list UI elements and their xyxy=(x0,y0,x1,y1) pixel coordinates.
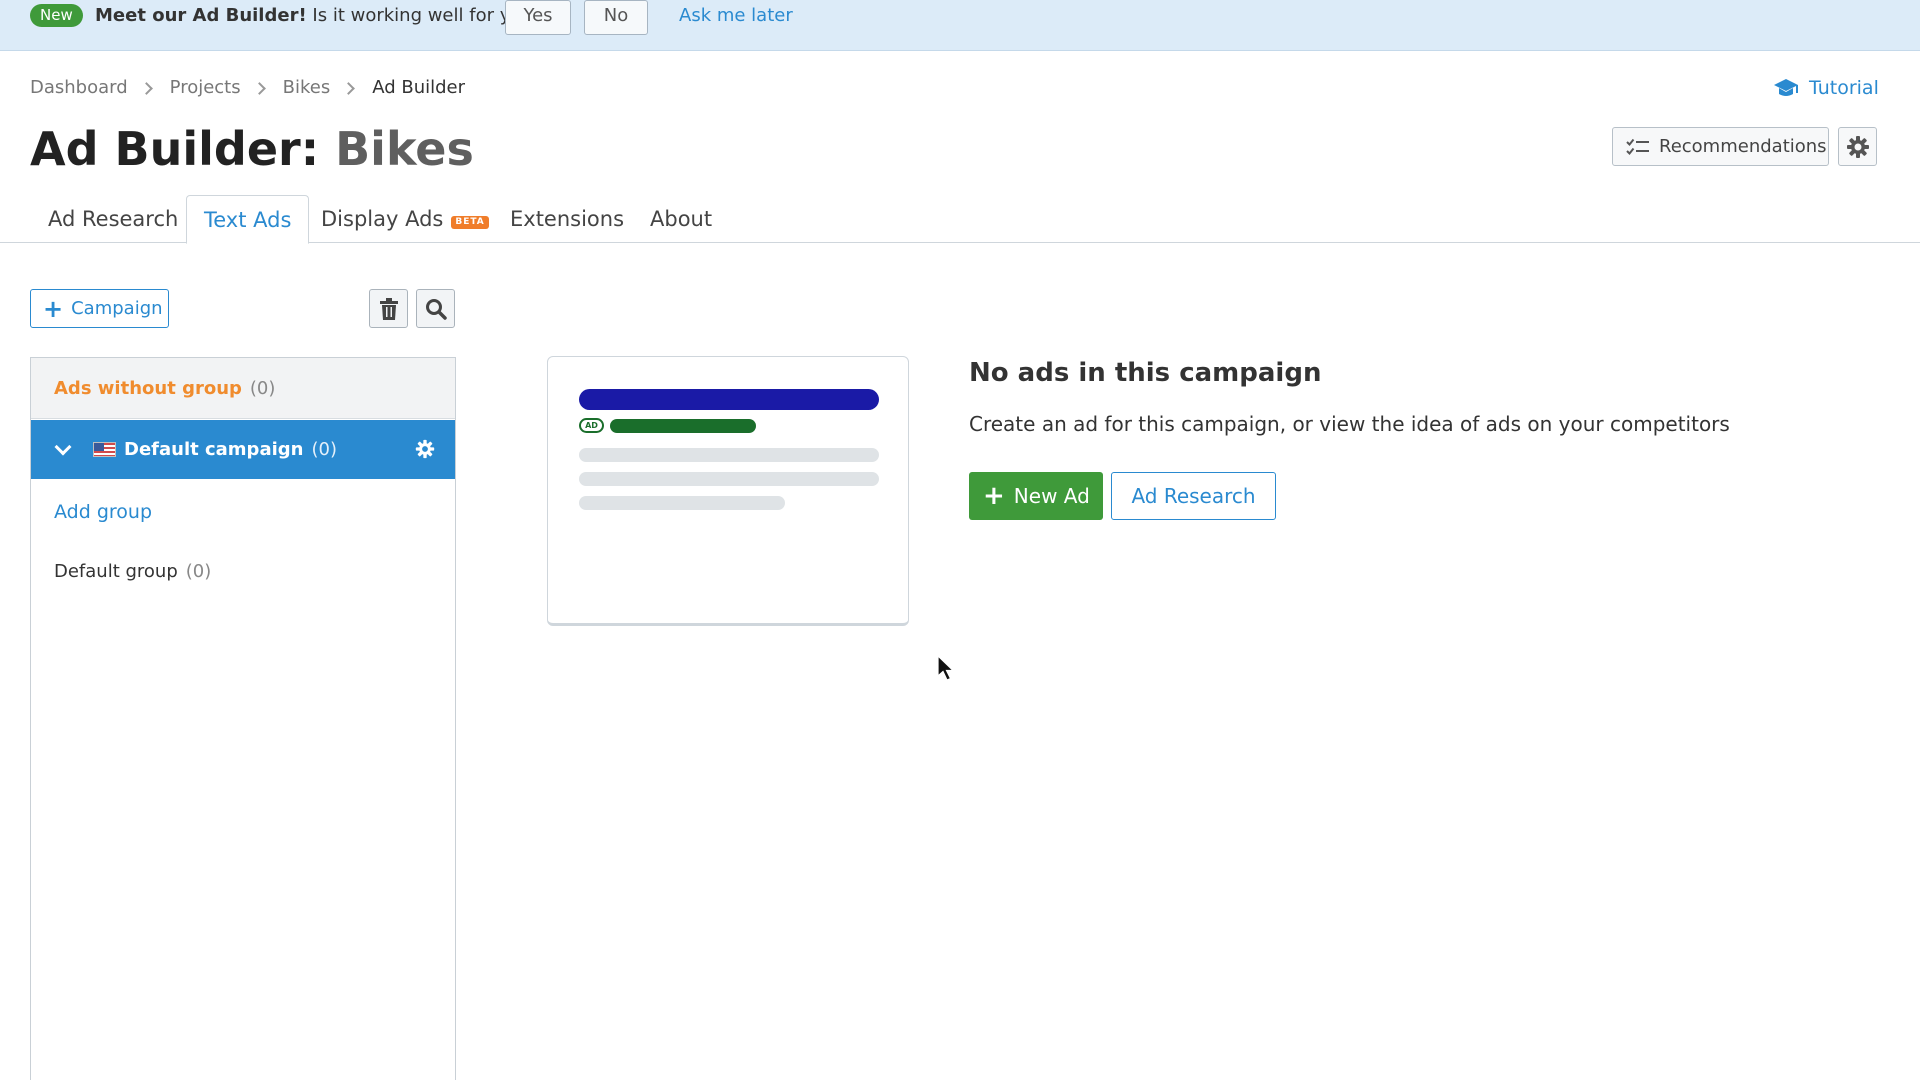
banner-title: Meet our Ad Builder! xyxy=(95,5,307,26)
banner-message: Meet our Ad Builder! Is it working well … xyxy=(95,4,542,27)
tab-display-ads-label: Display Ads xyxy=(321,207,444,231)
ad-text-placeholder xyxy=(579,448,879,462)
breadcrumb-current: Ad Builder xyxy=(372,77,466,98)
recommendations-label: Recommendations xyxy=(1659,136,1827,157)
ads-without-group-count: (0) xyxy=(249,378,276,399)
tab-about[interactable]: About xyxy=(633,195,729,243)
breadcrumb: Dashboard Projects Bikes Ad Builder xyxy=(30,77,465,99)
chevron-right-icon xyxy=(139,81,153,95)
tab-extensions[interactable]: Extensions xyxy=(493,195,641,243)
tab-text-ads[interactable]: Text Ads xyxy=(186,195,310,244)
breadcrumb-dashboard[interactable]: Dashboard xyxy=(30,77,128,99)
ad-text-placeholder xyxy=(579,496,785,510)
ask-me-later-link[interactable]: Ask me later xyxy=(679,4,793,27)
chevron-down-icon[interactable] xyxy=(54,438,72,455)
chevron-right-icon xyxy=(342,81,356,95)
new-ad-label: New Ad xyxy=(1013,484,1090,508)
trash-icon xyxy=(379,297,398,320)
group-label: Default group xyxy=(54,561,178,582)
ad-tag: AD xyxy=(579,418,604,433)
new-badge: New xyxy=(30,4,83,27)
group-item-default[interactable]: Default group (0) xyxy=(54,560,211,584)
project-name: Bikes xyxy=(335,122,474,176)
page-title-prefix: Ad Builder: xyxy=(30,122,320,176)
tutorial-label: Tutorial xyxy=(1809,77,1879,99)
tab-ad-research[interactable]: Ad Research xyxy=(31,195,195,243)
feedback-banner: New Meet our Ad Builder! Is it working w… xyxy=(0,0,1920,51)
banner-yes-button[interactable]: Yes xyxy=(505,0,571,35)
plus-icon: + xyxy=(983,481,1005,511)
graduation-cap-icon xyxy=(1774,79,1798,96)
empty-state-title: No ads in this campaign xyxy=(969,358,1322,388)
ad-research-button[interactable]: Ad Research xyxy=(1111,472,1276,520)
add-campaign-label: Campaign xyxy=(71,298,163,319)
delete-button[interactable] xyxy=(369,289,408,328)
new-ad-button[interactable]: + New Ad xyxy=(969,472,1103,520)
ad-text-placeholder xyxy=(579,472,879,486)
gear-icon[interactable] xyxy=(415,439,435,459)
checklist-icon xyxy=(1626,138,1649,155)
ad-url-placeholder xyxy=(610,419,756,433)
search-icon xyxy=(425,298,447,320)
banner-no-button[interactable]: No xyxy=(584,0,648,35)
cursor-icon xyxy=(937,655,955,681)
page-title: Ad Builder: Bikes xyxy=(30,120,474,178)
campaign-label: Default campaign xyxy=(124,439,304,460)
tab-bar: Ad Research Text Ads Display Ads BETA Ext… xyxy=(0,195,1920,244)
breadcrumb-bikes[interactable]: Bikes xyxy=(283,77,331,99)
gear-icon xyxy=(1846,135,1869,158)
search-button[interactable] xyxy=(416,289,455,328)
breadcrumb-projects[interactable]: Projects xyxy=(170,77,241,99)
campaign-item-default[interactable]: Default campaign (0) xyxy=(31,420,455,479)
chevron-right-icon xyxy=(252,81,266,95)
empty-state-description: Create an ad for this campaign, or view … xyxy=(969,412,1730,436)
us-flag-icon xyxy=(93,442,116,457)
tutorial-link[interactable]: Tutorial xyxy=(1773,76,1879,100)
campaign-count: (0) xyxy=(311,439,337,460)
add-campaign-button[interactable]: + Campaign xyxy=(30,289,169,328)
add-group-link[interactable]: Add group xyxy=(54,500,152,524)
group-count: (0) xyxy=(185,561,212,582)
tab-display-ads[interactable]: Display Ads BETA xyxy=(304,195,506,243)
campaign-sidebar: Ads without group (0) Default campaign (0)… xyxy=(30,357,456,1080)
ads-without-group-label: Ads without group xyxy=(54,378,242,399)
beta-badge: BETA xyxy=(451,216,489,229)
settings-button[interactable] xyxy=(1838,127,1877,166)
ads-without-group-item[interactable]: Ads without group (0) xyxy=(31,358,455,419)
recommendations-button[interactable]: Recommendations xyxy=(1612,127,1829,166)
ad-preview-illustration: AD xyxy=(547,356,909,626)
ad-title-placeholder xyxy=(579,389,879,410)
plus-icon: + xyxy=(43,294,64,323)
